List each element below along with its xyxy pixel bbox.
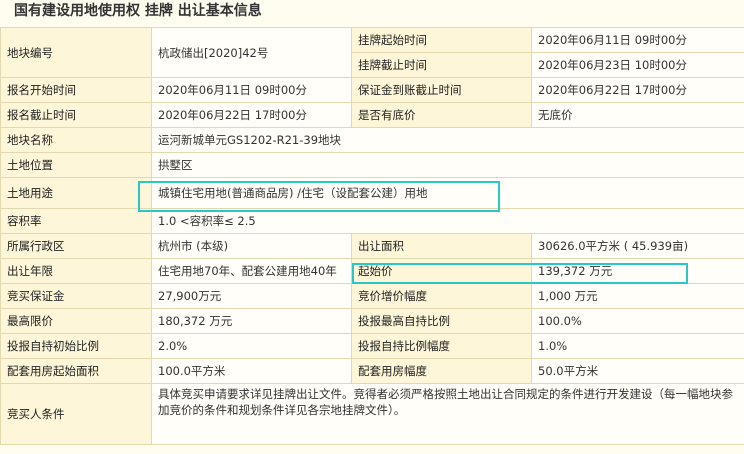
location-value: 拱墅区 (151, 152, 744, 178)
plot-ratio-value: 1.0 <容积率≤ 2.5 (151, 208, 744, 234)
table-row: 报名截止时间 2020年06月22日 17时00分 是否有底价 无底价 (0, 102, 744, 128)
signup-end-value: 2020年06月22日 17时00分 (151, 102, 352, 128)
housing-start-area-label: 配套用房起始面积 (0, 358, 152, 384)
listing-end-time-label: 挂牌截止时间 (351, 52, 532, 78)
signup-start-label: 报名开始时间 (0, 77, 152, 103)
signup-start-value: 2020年06月11日 09时00分 (151, 77, 352, 103)
bid-deposit-value: 27,900万元 (151, 283, 352, 309)
max-price-label: 最高限价 (0, 308, 152, 334)
self-holding-init-value: 2.0% (151, 333, 352, 359)
plot-name-value: 运河新城单元GS1202-R21-39地块 (151, 127, 744, 153)
table-row: 报名开始时间 2020年06月11日 09时00分 保证金到账截止时间 2020… (0, 77, 744, 103)
table-row: 投报自持初始比例 2.0% 投报自持比例幅度 1.0% (0, 333, 744, 359)
page-title: 国有建设用地使用权 挂牌 出让基本信息 (14, 3, 262, 19)
housing-step-value: 50.0平方米 (531, 358, 744, 384)
conditions-label: 竞买人条件 (0, 383, 152, 445)
location-label: 土地位置 (0, 152, 152, 178)
increment-label: 竞价增价幅度 (351, 283, 532, 309)
listing-start-time-value: 2020年06月11日 09时00分 (531, 27, 744, 53)
term-value: 住宅用地70年、配套公建用地40年 (151, 258, 352, 284)
self-holding-step-label: 投报自持比例幅度 (351, 333, 532, 359)
housing-start-area-value: 100.0平方米 (151, 358, 352, 384)
land-use-label: 土地用途 (0, 177, 152, 209)
table-row: 土地用途 城镇住宅用地(普通商品房) /住宅（设配套公建）用地 (0, 177, 744, 209)
land-info-table: 地块编号 杭政储出[2020]42号 挂牌起始时间 2020年06月11日 09… (0, 27, 744, 445)
reserve-price-label: 是否有底价 (351, 102, 532, 128)
plot-name-label: 地块名称 (0, 127, 152, 153)
table-row: 土地位置 拱墅区 (0, 152, 744, 178)
deposit-deadline-value: 2020年06月22日 17时00分 (531, 77, 744, 103)
start-price-label: 起始价 (351, 258, 532, 284)
signup-end-label: 报名截止时间 (0, 102, 152, 128)
start-price-value: 139,372 万元 (531, 258, 744, 284)
deposit-deadline-label: 保证金到账截止时间 (351, 77, 532, 103)
plot-no-value: 杭政储出[2020]42号 (151, 27, 352, 78)
table-row: 容积率 1.0 <容积率≤ 2.5 (0, 208, 744, 234)
listing-end-time-value: 2020年06月23日 10时00分 (531, 52, 744, 78)
increment-value: 1,000 万元 (531, 283, 744, 309)
self-holding-step-value: 1.0% (531, 333, 744, 359)
land-use-value: 城镇住宅用地(普通商品房) /住宅（设配套公建）用地 (151, 177, 744, 209)
table-row: 竞买保证金 27,900万元 竞价增价幅度 1,000 万元 (0, 283, 744, 309)
self-holding-max-label: 投报最高自持比例 (351, 308, 532, 334)
table-row: 竞买人条件 具体竞买申请要求详见挂牌出让文件。竞得者必须严格按照土地出让合同规定… (0, 383, 744, 445)
self-holding-max-value: 100.0% (531, 308, 744, 334)
conditions-value: 具体竞买申请要求详见挂牌出让文件。竞得者必须严格按照土地出让合同规定的条件进行开… (151, 383, 744, 445)
plot-ratio-label: 容积率 (0, 208, 152, 234)
max-price-value: 180,372 万元 (151, 308, 352, 334)
housing-step-label: 配套用房幅度 (351, 358, 532, 384)
table-row: 配套用房起始面积 100.0平方米 配套用房幅度 50.0平方米 (0, 358, 744, 384)
area-label: 出让面积 (351, 233, 532, 259)
district-label: 所属行政区 (0, 233, 152, 259)
bid-deposit-label: 竞买保证金 (0, 283, 152, 309)
table-row: 地块编号 杭政储出[2020]42号 挂牌起始时间 2020年06月11日 09… (0, 27, 744, 78)
term-label: 出让年限 (0, 258, 152, 284)
plot-no-label: 地块编号 (0, 27, 152, 78)
self-holding-init-label: 投报自持初始比例 (0, 333, 152, 359)
table-row: 出让年限 住宅用地70年、配套公建用地40年 起始价 139,372 万元 (0, 258, 744, 284)
reserve-price-value: 无底价 (531, 102, 744, 128)
table-row: 最高限价 180,372 万元 投报最高自持比例 100.0% (0, 308, 744, 334)
area-value: 30626.0平方米 ( 45.939亩) (531, 233, 744, 259)
district-value: 杭州市 (本级) (151, 233, 352, 259)
listing-start-time-label: 挂牌起始时间 (351, 27, 532, 53)
table-row: 地块名称 运河新城单元GS1202-R21-39地块 (0, 127, 744, 153)
table-row: 所属行政区 杭州市 (本级) 出让面积 30626.0平方米 ( 45.939亩… (0, 233, 744, 259)
